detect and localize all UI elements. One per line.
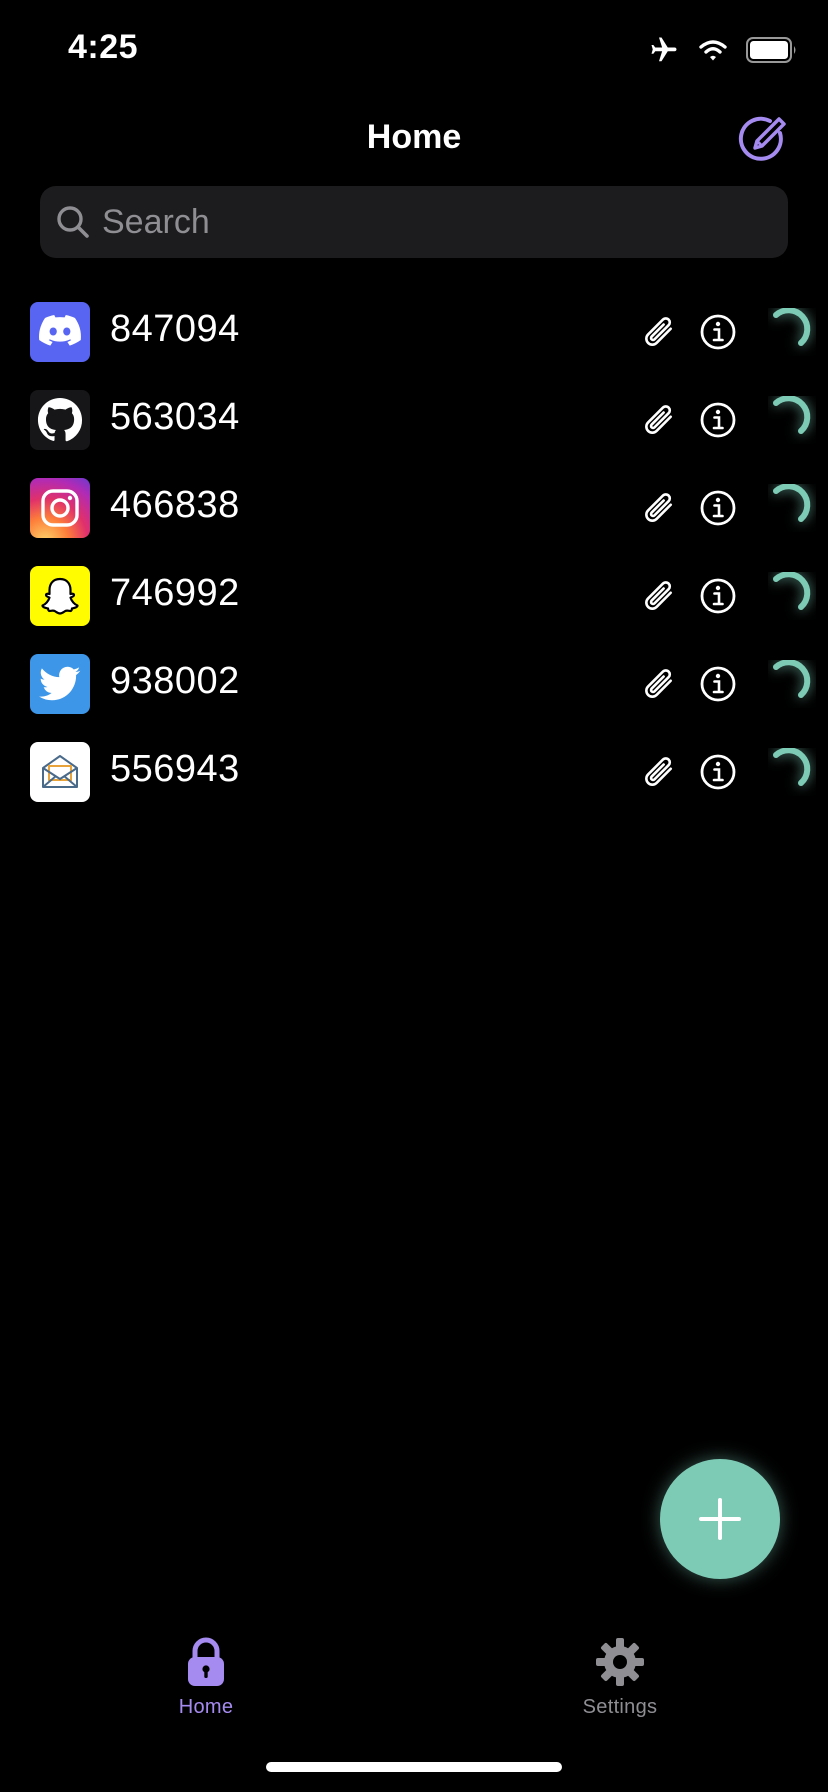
account-list: 847094 563034 466838 746992 938002 55694… (0, 292, 828, 820)
list-item[interactable]: 563034 (0, 380, 828, 468)
twitter-icon (30, 654, 90, 714)
github-icon (30, 390, 90, 450)
info-icon[interactable] (699, 577, 737, 615)
paperclip-icon[interactable] (637, 576, 679, 618)
paperclip-icon[interactable] (637, 664, 679, 706)
info-icon[interactable] (699, 489, 737, 527)
gear-icon (596, 1638, 644, 1686)
paperclip-icon[interactable] (637, 752, 679, 794)
wifi-icon (699, 40, 727, 61)
tab-bar: Home Settings (0, 1630, 828, 1740)
tab-home-label: Home (178, 1696, 234, 1718)
search-input[interactable]: Search (102, 203, 210, 242)
search-icon (57, 206, 89, 238)
countdown-timer-icon (773, 660, 811, 698)
paperclip-icon[interactable] (637, 488, 679, 530)
otp-code[interactable]: 466838 (110, 484, 240, 527)
status-time: 4:25 (68, 28, 139, 66)
paperclip-icon[interactable] (637, 400, 679, 442)
plus-icon (699, 1498, 741, 1540)
countdown-timer-icon (773, 748, 811, 786)
list-item[interactable]: 466838 (0, 468, 828, 556)
paperclip-icon[interactable] (637, 312, 679, 354)
search-bar[interactable]: Search (40, 186, 788, 258)
info-icon[interactable] (699, 401, 737, 439)
info-icon[interactable] (699, 753, 737, 791)
countdown-timer-icon (773, 396, 811, 434)
battery-icon (746, 37, 796, 63)
list-item[interactable]: 847094 (0, 292, 828, 380)
info-icon[interactable] (699, 665, 737, 703)
status-icons (648, 34, 798, 66)
edit-button[interactable] (736, 113, 788, 165)
countdown-timer-icon (773, 572, 811, 610)
countdown-timer-icon (773, 308, 811, 346)
otp-code[interactable]: 556943 (110, 748, 240, 791)
discord-icon (30, 302, 90, 362)
tab-home[interactable]: Home (106, 1630, 306, 1719)
list-item[interactable]: 746992 (0, 556, 828, 644)
edit-pencil-circle-icon (738, 116, 786, 161)
tab-settings-label: Settings (582, 1696, 658, 1718)
status-bar: 4:25 (0, 0, 828, 100)
info-icon[interactable] (699, 313, 737, 351)
instagram-icon (30, 478, 90, 538)
airplane-icon (651, 37, 677, 62)
countdown-timer-icon (773, 484, 811, 522)
lock-icon (188, 1637, 224, 1686)
otp-code[interactable]: 563034 (110, 396, 240, 439)
mail-icon (30, 742, 90, 802)
tab-settings[interactable]: Settings (520, 1630, 720, 1719)
otp-code[interactable]: 938002 (110, 660, 240, 703)
otp-code[interactable]: 746992 (110, 572, 240, 615)
list-item[interactable]: 938002 (0, 644, 828, 732)
add-account-button[interactable] (660, 1459, 780, 1579)
home-indicator[interactable] (266, 1762, 562, 1772)
page-title: Home (366, 118, 462, 156)
list-item[interactable]: 556943 (0, 732, 828, 820)
otp-code[interactable]: 847094 (110, 308, 240, 351)
snapchat-icon (30, 566, 90, 626)
